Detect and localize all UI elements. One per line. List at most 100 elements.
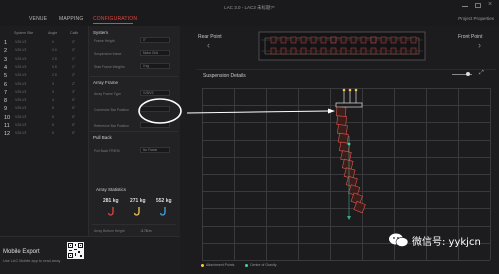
- attachment-points-legend-icon: [201, 264, 204, 267]
- cabinet[interactable]: [337, 132, 349, 144]
- cabinet[interactable]: [337, 124, 348, 135]
- front-weight-value: 271 kg: [130, 198, 146, 204]
- array-frame-type-select[interactable]: V25/V3: [140, 90, 170, 96]
- calib-value: 1°: [72, 56, 76, 61]
- cabinet[interactable]: [336, 106, 347, 117]
- pickup-point[interactable]: [410, 36, 417, 44]
- calib-value: 5°: [72, 98, 76, 103]
- pickup-point[interactable]: [370, 47, 377, 55]
- suspension-frame-select[interactable]: Motor Grid: [140, 50, 170, 56]
- pickup-point[interactable]: [400, 36, 407, 44]
- pickup-point[interactable]: [330, 47, 337, 55]
- angle-value: 0.0: [52, 48, 57, 53]
- pickup-point[interactable]: [410, 47, 417, 55]
- divider: [90, 131, 178, 132]
- project-properties-button[interactable]: Project Properties: [458, 16, 494, 21]
- tab-mapping[interactable]: MAPPING: [59, 16, 83, 22]
- frame-height-field[interactable]: 0°: [140, 37, 170, 43]
- pickup-point[interactable]: [300, 36, 307, 44]
- chevron-left-icon[interactable]: ‹: [207, 40, 210, 50]
- minimize-icon[interactable]: [462, 6, 468, 7]
- attachment-point: [354, 88, 358, 92]
- pickup-point[interactable]: [380, 36, 387, 44]
- row-number: 3: [4, 56, 8, 63]
- pickup-point[interactable]: [340, 36, 347, 44]
- pickup-point[interactable]: [330, 36, 337, 44]
- column-header: Calib: [70, 31, 79, 35]
- pull-back-frame-select[interactable]: No Frame: [140, 147, 170, 153]
- calib-value: 0°: [72, 40, 76, 44]
- angle-value: 2.5: [52, 73, 57, 78]
- pickup-point[interactable]: [290, 47, 297, 55]
- cabinet-type: V25-V3: [15, 106, 27, 111]
- pickup-point[interactable]: [320, 47, 327, 55]
- pickup-point[interactable]: [350, 47, 357, 55]
- pickup-point[interactable]: [370, 36, 377, 44]
- zoom-slider-thumb[interactable]: [466, 72, 470, 76]
- pickup-point[interactable]: [400, 47, 407, 55]
- connector-bar-position-field[interactable]: [140, 106, 170, 112]
- array-side-view[interactable]: [330, 86, 370, 226]
- mobile-export-title: Mobile Export: [3, 249, 40, 255]
- centre-of-gravity-point: [347, 142, 351, 146]
- mobile-export-panel: [0, 236, 180, 274]
- maximize-icon[interactable]: [475, 3, 481, 8]
- pickup-point[interactable]: [310, 47, 317, 55]
- pickup-point[interactable]: [320, 36, 327, 44]
- centre-of-gravity-legend-icon: [245, 264, 248, 267]
- cabinet-type: V25-V3: [15, 131, 27, 136]
- chevron-right-icon[interactable]: ›: [478, 40, 481, 50]
- divider: [90, 76, 178, 77]
- pickup-point[interactable]: [310, 36, 317, 44]
- pickup-point[interactable]: [270, 36, 277, 44]
- reference-bar-position-field[interactable]: [140, 122, 170, 128]
- qr-code[interactable]: [67, 242, 84, 259]
- row-number: 4: [4, 64, 8, 71]
- calib-value: 1°: [72, 64, 76, 69]
- pickup-point[interactable]: [340, 47, 347, 55]
- cabinet-type: V25-V3: [15, 114, 27, 119]
- pickup-point[interactable]: [380, 47, 387, 55]
- pickup-point[interactable]: [270, 47, 277, 55]
- tab-configuration[interactable]: CONFIGURATION: [93, 16, 137, 22]
- pickup-point[interactable]: [290, 36, 297, 44]
- tab-venue[interactable]: VENUE: [29, 16, 47, 22]
- pickup-point[interactable]: [360, 47, 367, 55]
- row-number: 5: [4, 73, 8, 80]
- field-label: Suspension frame: [94, 52, 122, 56]
- stab-frame-weight-field[interactable]: 0 kg: [140, 63, 170, 69]
- pickup-point[interactable]: [360, 36, 367, 44]
- pickup-point[interactable]: [390, 36, 397, 44]
- close-icon[interactable]: ×: [488, 1, 492, 8]
- pull-back-section-title: Pull Back: [93, 135, 112, 140]
- cabinet-type: V25-V3: [15, 89, 27, 94]
- grid-line: [490, 88, 491, 260]
- array-frame-section-title: Array Frame: [93, 80, 119, 85]
- field-label: Reference Bar Position: [94, 124, 129, 128]
- field-label: Stab Frame Weights: [94, 65, 125, 69]
- legend-label: Attachment Points: [206, 263, 235, 267]
- row-number: 7: [4, 89, 8, 96]
- pickup-point[interactable]: [280, 36, 287, 44]
- pickup-point[interactable]: [350, 36, 357, 44]
- fit-view-icon[interactable]: ⤢: [479, 70, 484, 77]
- field-label: Frame Height: [94, 39, 115, 43]
- calib-value: 2°: [72, 81, 76, 86]
- row-number: 2: [4, 48, 8, 55]
- grid-pickup-points[interactable]: [257, 30, 427, 62]
- angle-value: 5: [52, 106, 54, 111]
- cabinet[interactable]: [336, 115, 347, 126]
- angle-value: 3: [52, 81, 54, 86]
- array-statistics-title: Array Statistics: [96, 187, 127, 192]
- pickup-point[interactable]: [280, 47, 287, 55]
- angle-value: 5: [52, 123, 54, 127]
- cabinet-type: V25-V3: [15, 81, 27, 86]
- stat-label: Array Bottom Height: [94, 229, 125, 233]
- angle-value: 0.5: [52, 64, 57, 69]
- calib-value: 5°: [72, 131, 76, 136]
- column-header: System Site: [14, 31, 34, 35]
- pickup-point[interactable]: [300, 47, 307, 55]
- cabinet-type: V25-V3: [15, 123, 27, 127]
- pickup-point[interactable]: [390, 47, 397, 55]
- cabinet-type: V25-V3: [15, 64, 27, 69]
